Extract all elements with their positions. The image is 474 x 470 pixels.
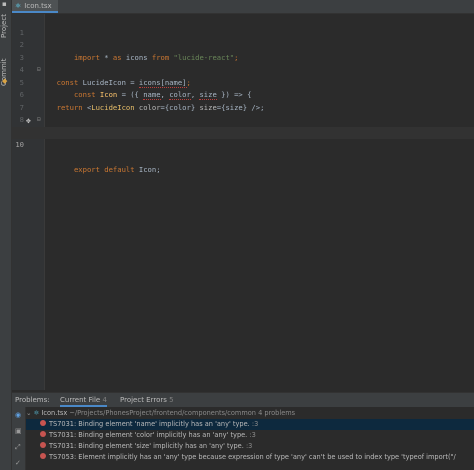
problem-file-row[interactable]: ⌄ ⚛ Icon.tsx ~/Projects/PhonesProject/fron…: [26, 408, 474, 419]
problem-location: :3: [249, 431, 256, 439]
project-tool-button[interactable]: Project: [0, 6, 11, 46]
expand-icon[interactable]: ⤢: [15, 443, 23, 451]
problem-text: TS7031: Binding element 'name' implicitl…: [49, 420, 250, 428]
problem-file-path: ~/Projects/PhonesProject/frontend/compon…: [69, 409, 256, 417]
code-line-3: 3 ⊟ const Icon = ({ name, color, size })…: [12, 39, 474, 100]
code-editor[interactable]: 1 import * as icons from "lucide-react";…: [12, 14, 474, 390]
tab-project-errors[interactable]: Project Errors 5: [120, 393, 174, 407]
code-line-7: 7 ⊟ };: [12, 89, 474, 137]
eye-icon[interactable]: ◉: [15, 411, 23, 419]
problem-location: :3: [251, 420, 259, 428]
tab-label: Current File: [60, 396, 101, 404]
code-line-6: 6 return <LucideIcon color={color} size=…: [12, 77, 474, 112]
react-file-icon: ⚛: [15, 1, 22, 10]
problem-location: :3: [245, 442, 253, 450]
problems-title: Problems:: [15, 396, 50, 404]
code-line-2: 2: [12, 27, 474, 49]
tab-count: 4: [102, 396, 107, 404]
problem-text: TS7031: Binding element 'color' implicit…: [49, 431, 248, 439]
problems-toolbar: ◉ ▣ ⤢ ✓: [12, 407, 26, 470]
chevron-down-icon[interactable]: ⌄: [26, 409, 32, 417]
commit-icon[interactable]: ◆: [2, 78, 9, 85]
react-file-icon: ⚛: [33, 409, 40, 417]
error-icon: [40, 420, 46, 426]
left-tool-strip: ▪ Project Commit ◆: [0, 0, 12, 470]
tab-count: 5: [169, 396, 174, 404]
code-line-9: 9 ✥ export default Icon;: [12, 114, 474, 174]
problem-item[interactable]: TS7053: Element implicitly has an 'any' …: [26, 452, 474, 463]
problem-item[interactable]: TS7031: Binding element 'size' implicitl…: [26, 441, 474, 452]
code-line-1: 1 import * as icons from "lucide-react";: [12, 14, 474, 62]
problem-text: TS7053: Element implicitly has an 'any' …: [49, 453, 456, 461]
problem-text: TS7031: Binding element 'size' implicitl…: [49, 442, 244, 450]
keyword: export: [73, 165, 100, 174]
tab-label: Project Errors: [120, 396, 167, 404]
editor-tab-bar: ⚛ Icon.tsx: [12, 0, 474, 14]
error-icon: [40, 431, 46, 437]
code-line-4: 4 const LucideIcon = icons[name];: [12, 52, 474, 88]
code-line-5: 5: [12, 64, 474, 87]
code-line-10: 10: [12, 126, 474, 149]
settings-icon[interactable]: ✓: [15, 459, 23, 467]
problems-list: ◉ ▣ ⤢ ✓ ⌄ ⚛ Icon.tsx ~/Projects/PhonesProj…: [12, 407, 474, 470]
keyword: default: [99, 165, 135, 174]
code-line-8: 8: [12, 102, 474, 124]
error-icon: [40, 442, 46, 448]
code-text: Icon;: [134, 165, 161, 174]
tab-current-file[interactable]: Current File 4: [60, 393, 107, 407]
problem-count: 4 problems: [258, 409, 296, 417]
problem-item[interactable]: TS7031: Binding element 'name' implicitl…: [26, 419, 474, 430]
tab-label: Icon.tsx: [24, 1, 52, 10]
line-number: 10: [15, 140, 24, 149]
commit-tool-button[interactable]: Commit: [0, 52, 11, 92]
problem-file-name: Icon.tsx: [41, 409, 68, 417]
tab-icon-tsx[interactable]: ⚛ Icon.tsx: [12, 0, 58, 13]
problem-item[interactable]: TS7031: Binding element 'color' implicit…: [26, 430, 474, 441]
filter-icon[interactable]: ▣: [15, 427, 23, 435]
error-icon: [40, 453, 46, 459]
problems-panel-header: Problems: Current File 4 Project Errors …: [12, 392, 474, 407]
